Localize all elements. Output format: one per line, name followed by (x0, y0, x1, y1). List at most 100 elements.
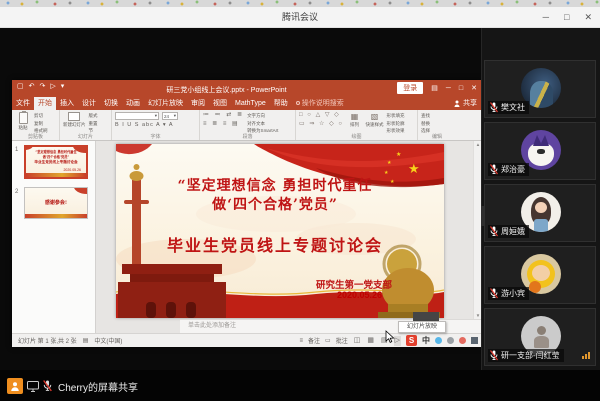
arrange-button[interactable]: ▦ 排列 (346, 112, 362, 133)
shape-outline-button[interactable]: 形状轮廓 (386, 121, 404, 127)
participant-tile[interactable]: 樊文社 (484, 60, 596, 118)
normal-view-icon[interactable]: ◫ (353, 336, 362, 346)
screen-share-banner: Cherry的屏幕共享 (7, 378, 138, 394)
svg-text:★: ★ (396, 151, 401, 158)
spellcheck-icon[interactable]: ▤ (83, 337, 89, 344)
vertical-scrollbar[interactable]: ▲ ▼ (473, 141, 481, 319)
paste-button[interactable]: 粘贴 (15, 112, 31, 133)
tab-transitions[interactable]: 切换 (100, 97, 122, 110)
ime-toolbar-icon[interactable] (471, 337, 478, 344)
ppt-minimize-icon[interactable]: ─ (446, 85, 451, 92)
participant-name: 郑治豪 (501, 164, 525, 175)
start-slideshow-icon[interactable]: ▷ (50, 82, 55, 90)
powerpoint-window: ▢ ↶ ↷ ▷ ▾ 研三党小组线上会议.pptx - PowerPoint 登录… (12, 80, 481, 347)
tab-animations[interactable]: 动画 (122, 97, 144, 110)
quick-styles-button[interactable]: ▧ 快速样式 (365, 112, 383, 133)
comments-toggle[interactable]: 批注 (336, 336, 348, 345)
quick-access-toolbar: ▢ ↶ ↷ ▷ ▾ (17, 82, 64, 90)
thumb-decoration (26, 173, 86, 177)
ppt-maximize-icon[interactable]: □ (459, 85, 463, 92)
group-label-drawing: 绘图 (296, 133, 417, 140)
reset-button[interactable]: 重置 (89, 121, 98, 127)
network-signal-icon (582, 352, 590, 359)
new-slide-button[interactable]: 新建幻灯片 (63, 112, 86, 133)
tab-file[interactable]: 文件 (12, 97, 34, 110)
ime-language-icon[interactable]: 中 (422, 335, 430, 346)
participant-tile[interactable]: 研一支部-闫红莹 (484, 308, 596, 366)
participant-name: 樊文社 (501, 102, 525, 113)
ppt-window-controls: 登录 ▤ ─ □ ✕ (397, 82, 477, 94)
share-label: 共享 (463, 98, 477, 108)
text-direction-button[interactable]: 文字方向 (247, 113, 278, 119)
minimize-icon[interactable]: ─ (543, 12, 549, 22)
copy-button[interactable]: 复制 (34, 121, 48, 127)
mouse-cursor (385, 330, 395, 349)
replace-button[interactable]: 替换 (421, 121, 430, 127)
shapes-row-1[interactable]: □ ○ △ ▽ ◇ (299, 112, 343, 119)
participant-tile[interactable]: 周姮娥 (484, 184, 596, 242)
tell-me-search[interactable]: 操作说明搜索 (292, 96, 348, 110)
tab-slideshow[interactable]: 幻灯片放映 (144, 97, 187, 110)
share-button[interactable]: 共享 (454, 98, 477, 108)
tab-help[interactable]: 帮助 (270, 97, 292, 110)
ribbon-display-icon[interactable]: ▤ (431, 84, 438, 92)
thumb-decoration (24, 145, 33, 150)
shape-fill-button[interactable]: 形状填充 (386, 113, 404, 119)
undo-icon[interactable]: ↶ (29, 82, 35, 90)
participant-tile[interactable]: 游小宾 (484, 246, 596, 304)
layout-button[interactable]: 版式 (89, 113, 98, 119)
font-format-buttons[interactable]: B I U S abc A ▾ A (115, 122, 178, 128)
tab-insert[interactable]: 插入 (56, 97, 78, 110)
lightbulb-icon (296, 101, 300, 105)
font-name-select[interactable]: ▾ (115, 112, 159, 120)
tab-review[interactable]: 审阅 (187, 97, 209, 110)
align-text-button[interactable]: 对齐文本 (247, 121, 278, 127)
mic-muted-icon (490, 226, 498, 237)
presenter-badge-icon (7, 378, 23, 394)
redo-icon[interactable]: ↷ (40, 82, 46, 90)
participant-tile[interactable]: 郑治豪 (484, 122, 596, 180)
align-buttons[interactable]: ≡ ≣ ≡ ▤ (203, 121, 244, 128)
slide-organization: 研究生第一党支部 (316, 277, 392, 291)
slide-canvas[interactable]: ★ ★ ★ ★ ★ (116, 144, 444, 318)
notes-toggle[interactable]: 备注 (308, 336, 320, 345)
login-button[interactable]: 登录 (397, 82, 423, 94)
tab-design[interactable]: 设计 (78, 97, 100, 110)
ime-toolbar-icon[interactable] (459, 337, 466, 344)
font-size-select[interactable]: 24 ▾ (162, 112, 178, 120)
group-editing: 查找 替换 选择 编辑 (418, 110, 456, 140)
sogou-ime-icon[interactable]: S (406, 335, 417, 346)
participant-name: 周姮娥 (501, 226, 525, 237)
notes-toggle-icon[interactable]: ≡ (300, 338, 304, 344)
cut-button[interactable]: 剪切 (34, 113, 48, 119)
group-font: ▾ 24 ▾ B I U S abc A ▾ A 字体 (112, 110, 200, 140)
maximize-icon[interactable]: □ (564, 12, 569, 22)
slide-artwork: ★ ★ ★ ★ ★ (116, 144, 444, 318)
find-button[interactable]: 查找 (421, 113, 430, 119)
ime-toolbar-icon[interactable] (435, 337, 442, 344)
shapes-row-2[interactable]: ▭ ⇒ ☆ ◇ ○ (299, 121, 343, 128)
tab-home[interactable]: 开始 (34, 97, 56, 110)
slide-thumbnail-1[interactable]: “坚定理想信念 勇担时代重任 做‘四个合格’党员” 毕业生党员线上专题讨论会 2… (24, 145, 88, 179)
ppt-close-icon[interactable]: ✕ (471, 84, 477, 92)
meeting-window-title: 腾讯会议 (0, 7, 600, 27)
tab-mathtype[interactable]: MathType (231, 97, 270, 110)
slide-title-line1: “坚定理想信念 勇担时代重任 (116, 175, 434, 195)
slide-number-2: 2 (15, 189, 18, 195)
mic-muted-icon (490, 288, 498, 299)
list-buttons[interactable]: ≔ ≕ ⇄ ≣ (203, 112, 244, 119)
comments-toggle-icon[interactable]: ▭ (325, 337, 331, 344)
close-icon[interactable]: ✕ (584, 12, 592, 23)
save-icon[interactable]: ▢ (17, 82, 24, 90)
group-label-paragraph: 段落 (200, 133, 295, 140)
mic-muted-icon (490, 350, 498, 361)
tab-view[interactable]: 视图 (209, 97, 231, 110)
group-drawing: □ ○ △ ▽ ◇ ▭ ⇒ ☆ ◇ ○ ▦ 排列 ▧ 快速样式 形状填充 形状轮… (296, 110, 418, 140)
slide-thumbnail-2[interactable]: 感谢参会! (24, 187, 88, 219)
language-indicator[interactable]: 中文(中国) (94, 336, 122, 345)
participant-name: 游小宾 (501, 288, 525, 299)
slide-sorter-view-icon[interactable]: ▦ (366, 336, 375, 346)
qat-more-icon[interactable]: ▾ (61, 82, 65, 90)
ime-toolbar-icon[interactable] (447, 337, 454, 344)
group-slides: 新建幻灯片 版式 重置 节 幻灯片 (60, 110, 112, 140)
